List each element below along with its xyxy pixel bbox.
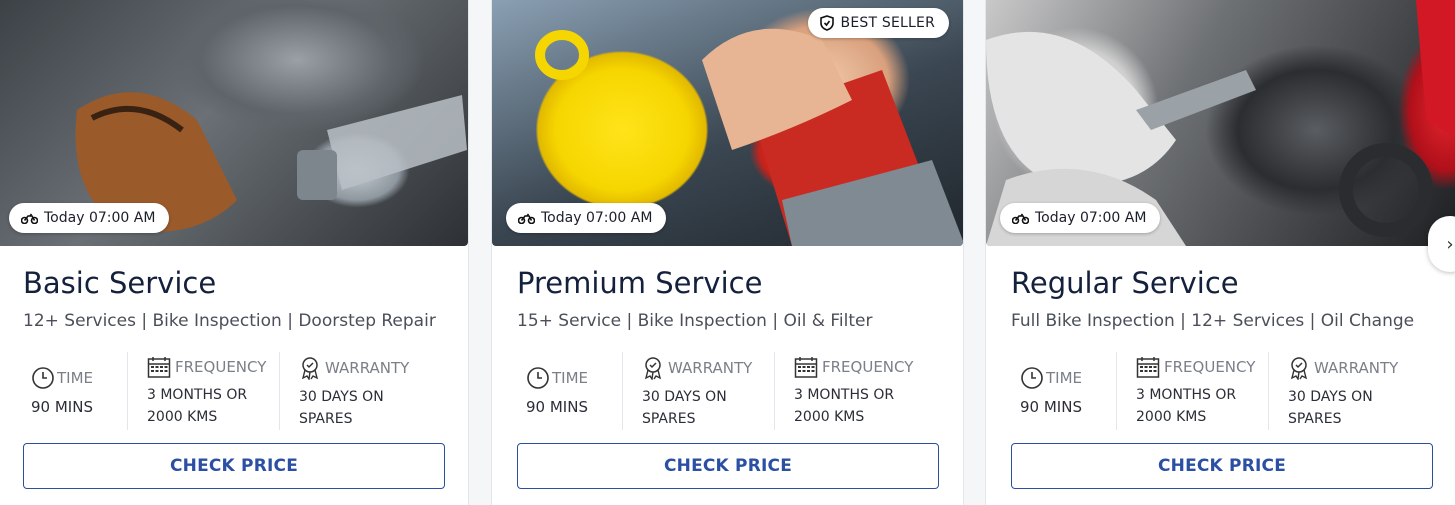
spec-value: 90 MINS	[31, 398, 93, 416]
chevron-right-icon: ›	[1446, 233, 1454, 255]
service-card-premium[interactable]: BEST SELLER Today 07:00 AM Premium Servi…	[491, 0, 964, 505]
shield-check-icon	[819, 15, 834, 31]
motorbike-icon	[518, 213, 535, 224]
clock-icon	[32, 367, 54, 389]
spec-frequency: FREQUENCY 3 MONTHS OR 2000 KMS	[774, 352, 924, 430]
spec-value: 3 MONTHS OR 2000 KMS	[794, 387, 895, 425]
service-photo: Today 07:00 AM	[0, 0, 468, 246]
spec-value: 30 DAYS ON SPARES	[1288, 389, 1373, 427]
spec-time: TIME 90 MINS	[1012, 352, 1116, 430]
spec-label: TIME	[552, 369, 589, 387]
spec-time: TIME 90 MINS	[23, 352, 127, 430]
schedule-time: Today 07:00 AM	[1035, 210, 1147, 226]
calendar-icon	[1136, 357, 1160, 378]
check-price-button[interactable]: CHECK PRICE	[1011, 443, 1433, 489]
spec-value: 3 MONTHS OR 2000 KMS	[147, 387, 248, 425]
spec-value: 30 DAYS ON SPARES	[642, 389, 727, 427]
service-photo: BEST SELLER Today 07:00 AM	[492, 0, 963, 246]
spec-label: WARRANTY	[1314, 359, 1399, 377]
service-title: Premium Service	[517, 266, 763, 300]
spec-label: FREQUENCY	[822, 358, 914, 376]
best-seller-badge: BEST SELLER	[807, 8, 949, 38]
spec-label: TIME	[57, 369, 94, 387]
check-price-button[interactable]: CHECK PRICE	[517, 443, 939, 489]
schedule-chip: Today 07:00 AM	[1000, 203, 1161, 233]
clock-icon	[527, 367, 549, 389]
carousel-next-button[interactable]: ›	[1428, 216, 1455, 272]
service-specs: TIME 90 MINS WARRANTY 30 DAYS ON SPARES …	[518, 352, 938, 430]
spec-frequency: FREQUENCY 3 MONTHS OR 2000 KMS	[1116, 352, 1268, 430]
clock-icon	[1021, 367, 1043, 389]
warranty-badge-icon	[644, 357, 662, 380]
calendar-icon	[794, 357, 818, 378]
spec-warranty: WARRANTY 30 DAYS ON SPARES	[279, 352, 429, 430]
schedule-time: Today 07:00 AM	[541, 210, 653, 226]
motorbike-icon	[1012, 213, 1029, 224]
spec-value: 3 MONTHS OR 2000 KMS	[1136, 387, 1237, 425]
service-subtitle: 12+ Services | Bike Inspection | Doorste…	[23, 311, 436, 331]
motorbike-icon	[21, 213, 38, 224]
service-card-regular[interactable]: Today 07:00 AM Regular Service Full Bike…	[985, 0, 1455, 505]
service-subtitle: 15+ Service | Bike Inspection | Oil & Fi…	[517, 311, 873, 331]
service-carousel: ‹ Today 07:00 AM Basic Service 12+ Servi…	[0, 0, 1455, 505]
service-photo: Today 07:00 AM	[986, 0, 1455, 246]
spec-value: 90 MINS	[526, 398, 588, 416]
service-subtitle: Full Bike Inspection | 12+ Services | Oi…	[1011, 311, 1415, 331]
spec-label: WARRANTY	[668, 359, 753, 377]
warranty-badge-icon	[1290, 357, 1308, 380]
schedule-time: Today 07:00 AM	[44, 210, 156, 226]
spec-label: FREQUENCY	[1164, 358, 1256, 376]
badge-label: BEST SELLER	[840, 15, 935, 31]
spec-frequency: FREQUENCY 3 MONTHS OR 2000 KMS	[127, 352, 279, 430]
spec-value: 30 DAYS ON SPARES	[299, 389, 384, 427]
check-price-button[interactable]: CHECK PRICE	[23, 443, 445, 489]
spec-warranty: WARRANTY 30 DAYS ON SPARES	[1268, 352, 1418, 430]
spec-label: TIME	[1046, 369, 1083, 387]
warranty-badge-icon	[301, 357, 319, 380]
spec-time: TIME 90 MINS	[518, 352, 622, 430]
spec-warranty: WARRANTY 30 DAYS ON SPARES	[622, 352, 774, 430]
spec-value: 90 MINS	[1020, 398, 1082, 416]
service-specs: TIME 90 MINS FREQUENCY 3 MONTHS OR 2000 …	[23, 352, 443, 430]
service-title: Regular Service	[1011, 266, 1239, 300]
spec-label: WARRANTY	[325, 359, 410, 377]
service-card-basic[interactable]: Today 07:00 AM Basic Service 12+ Service…	[0, 0, 469, 505]
spec-label: FREQUENCY	[175, 358, 267, 376]
service-specs: TIME 90 MINS FREQUENCY 3 MONTHS OR 2000 …	[1012, 352, 1432, 430]
calendar-icon	[147, 357, 171, 378]
schedule-chip: Today 07:00 AM	[9, 203, 170, 233]
schedule-chip: Today 07:00 AM	[506, 203, 667, 233]
service-title: Basic Service	[23, 266, 217, 300]
